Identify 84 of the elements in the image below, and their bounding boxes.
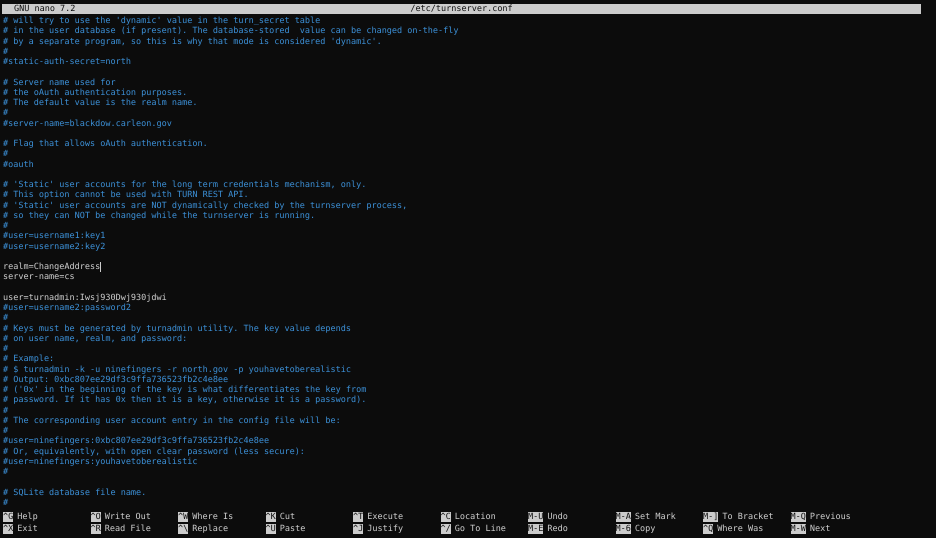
comment-line: #: [3, 46, 8, 57]
comment-line: #: [3, 108, 8, 118]
shortcut-key: M-E: [528, 524, 544, 534]
shortcut-label: Read File: [104, 524, 151, 534]
comment-line: #: [3, 467, 8, 478]
shortcut-key: M-Q: [790, 512, 806, 522]
comment-line: #: [3, 221, 8, 232]
comment-line: # 'Static' user accounts for the long term credentials mechanism, only.: [3, 180, 366, 190]
shortcut-key: M-A: [616, 512, 631, 522]
comment-line: # Example:: [3, 354, 54, 364]
comment-line: #: [3, 406, 8, 416]
shortcut-label: Write Out: [104, 512, 151, 522]
shortcut-label: Undo: [547, 512, 568, 522]
comment-line: #static-auth-secret=north: [3, 57, 131, 68]
comment-line: #: [3, 426, 8, 436]
comment-line: # 'Static' user accounts are NOT dynamically checked by the turnserver process,: [3, 200, 408, 211]
shortcut-key: ^G: [3, 512, 14, 522]
comment-line: #: [3, 344, 8, 354]
comment-line: #: [3, 313, 8, 324]
comment-line: # ('0x' in the beginning of the key is what differentiates the key from: [3, 385, 366, 396]
comment-line: # This option cannot be used with TURN REST API.: [3, 190, 249, 200]
comment-line: # password. If it has 0x then it is a key, otherwise it is a password).: [3, 395, 366, 406]
shortcut-label: Where Was: [717, 524, 764, 534]
shortcut-key: ^C: [440, 512, 451, 522]
shortcut-key: M-U: [528, 512, 544, 522]
comment-line: #: [3, 498, 8, 508]
comment-line: # The default value is the realm name.: [3, 98, 198, 108]
shortcut-key: ^\: [178, 524, 188, 534]
shortcut-label: Go To Line: [454, 524, 506, 534]
comment-line: #: [3, 149, 8, 160]
shortcut-key: ^T: [353, 512, 364, 522]
shortcut-key: M-W: [790, 524, 806, 534]
comment-line: # so they can NOT be changed while the turnserver is running.: [3, 210, 316, 221]
config-line: user=turnadmin:Iwsj930Dwj930jdwi: [3, 292, 167, 303]
comment-line: # The corresponding user account entry in the config file will be:: [3, 416, 341, 426]
shortcut-label: Redo: [547, 524, 568, 534]
shortcut-key: M-6: [616, 524, 631, 534]
shortcut-key: ^J: [353, 524, 364, 534]
comment-line: # Or, equivalently, with open clear password (less secure):: [3, 446, 305, 457]
shortcut-key: ^U: [266, 524, 276, 534]
comment-line: # Keys must be generated by turnadmin utility. The key value depends: [3, 324, 351, 334]
shortcut-key: ^X: [3, 524, 14, 534]
shortcut-label: Previous: [810, 512, 851, 522]
comment-line: # Server name used for: [3, 78, 116, 88]
shortcut-key: ^Q: [703, 524, 714, 534]
shortcut-label: Copy: [634, 524, 656, 534]
shortcut-key: ^/: [440, 524, 451, 534]
comment-line: # by a separate program, so this is why that mode is considered 'dynamic'.: [3, 36, 382, 47]
config-line: realm=ChangeAddress: [3, 262, 100, 272]
shortcut-label: Execute: [367, 512, 404, 522]
comment-line: # Flag that allows oAuth authentication.: [3, 139, 208, 150]
shortcut-label: Help: [17, 512, 38, 522]
shortcut-key: ^K: [266, 512, 276, 522]
shortcut-label: Exit: [17, 524, 38, 534]
comment-line: #user=ninefingers:0xbc807ee29df3c9ffa736523fb2c4e8ee: [3, 436, 270, 446]
comment-line: # will try to use the 'dynamic' value in the turn_secret table: [3, 16, 320, 26]
comment-line: #user=username2:key2: [3, 242, 106, 252]
comment-line: #user=username1:key1: [3, 231, 106, 242]
file-name: /etc/turnserver.conf: [410, 4, 513, 14]
shortcut-label: Justify: [367, 524, 404, 534]
comment-line: # Output: 0xbc807ee29df3c9ffa736523fb2c4e8ee: [3, 374, 228, 385]
shortcut-key: ^W: [178, 512, 188, 522]
comment-line: # in the user database (if present). The database-stored value can be changed on-the-fly: [3, 26, 458, 36]
comment-line: #oauth: [3, 160, 34, 170]
config-line: server-name=cs: [3, 272, 75, 282]
comment-line: #server-name=blackdow.carleon.gov: [3, 118, 172, 129]
shortcut-label: Paste: [280, 524, 306, 534]
app-title: GNU nano 7.2: [14, 4, 76, 14]
shortcut-label: Location: [454, 512, 496, 522]
comment-line: #user=username2:password2: [3, 303, 131, 314]
shortcut-label: Where Is: [192, 512, 234, 522]
shortcut-label: Replace: [192, 524, 228, 534]
shortcut-key: ^R: [90, 524, 101, 534]
comment-line: #user=ninefingers:youhavetoberealistic: [3, 456, 198, 467]
shortcut-label: Set Mark: [634, 512, 676, 522]
shortcut-key: ^O: [90, 512, 101, 522]
shortcut-label: To Bracket: [722, 512, 774, 522]
comment-line: # SQLite database file name.: [3, 488, 146, 498]
comment-line: # $ turnadmin -k -u ninefingers -r north.gov -p youhavetoberealistic: [3, 364, 351, 375]
shortcut-key: M-]: [703, 512, 718, 522]
comment-line: # the oAuth authentication purposes.: [3, 88, 188, 98]
shortcut-label: Next: [810, 524, 830, 534]
comment-line: # on user name, realm, and password:: [3, 334, 188, 344]
shortcut-label: Cut: [280, 512, 296, 522]
